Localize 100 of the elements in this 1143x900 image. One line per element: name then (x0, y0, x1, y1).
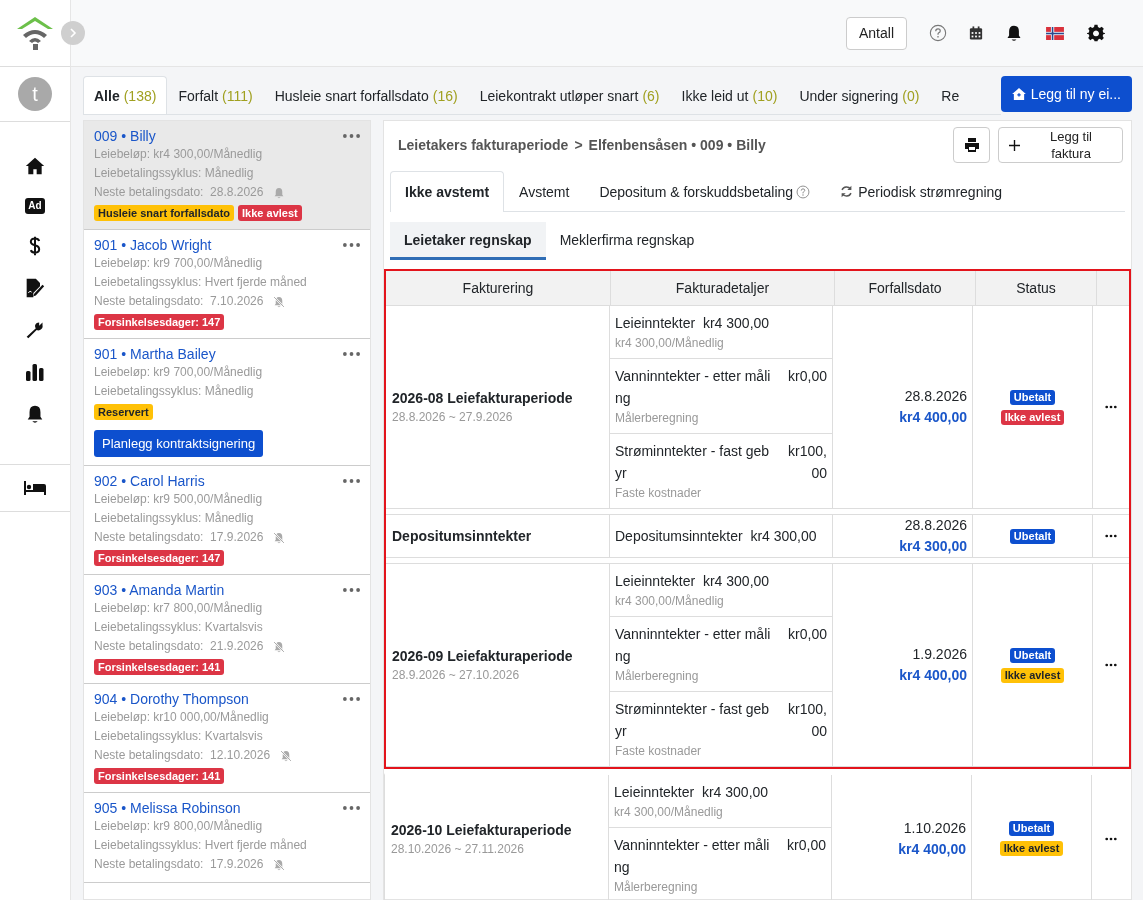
filter-tab[interactable]: Re (930, 76, 971, 114)
invoice-total: kr4 400,00 (899, 666, 967, 685)
more-options-icon[interactable] (1105, 663, 1117, 667)
next-payment-date: Neste betalingsdato: 7.10.2026 (94, 293, 264, 310)
status-badge: Ubetalt (1009, 647, 1056, 663)
print-button[interactable] (953, 127, 990, 163)
invoice-tab[interactable]: Periodisk strømregning (825, 171, 1018, 211)
ledger-tab[interactable]: Leietaker regnskap (390, 222, 546, 260)
invoice-line: Leieinntekter kr4 300,00 (614, 783, 770, 802)
invoice-line-label: Strøminntekter - fast gebyr (615, 442, 771, 483)
invoice-line-amount: kr100,00 (787, 700, 827, 741)
status-tag: Forsinkelsesdager: 141 (94, 768, 225, 784)
invoice-line-note: kr4 300,00/Månedlig (615, 593, 725, 610)
payment-cycle: Leiebetalingssyklus: Kvartalsvis (94, 619, 264, 636)
column-header: Fakturering (386, 271, 611, 305)
due-date: 1.10.2026 (903, 818, 966, 838)
bar-chart-icon[interactable] (25, 362, 45, 382)
invoice-title: Depositumsinntekter (392, 527, 533, 546)
tenant-card[interactable]: 901 • Jacob Wright Leiebeløp: kr9 700,00/Månedlig Leiebetalingssyklus: Hvert fjerde måned Neste betalingsdato: 7.10.2026 Forsinkelsesdager: 147 (84, 230, 370, 339)
schedule-signing-button[interactable]: Planlegg kontraktsignering (94, 430, 264, 457)
rent-amount: Leiebeløp: kr4 300,00/Månedlig (94, 146, 264, 163)
tenant-card[interactable]: 009 • Billy Leiebeløp: kr4 300,00/Månedlig Leiebetalingssyklus: Månedlig Neste betalingsdato: 28.8.2026 Husleie snart forfallsdato Ikke avlest (84, 121, 370, 230)
payment-cycle: Leiebetalingssyklus: Månedlig (94, 510, 255, 527)
status-badge: Ubetalt (1009, 528, 1056, 544)
home-icon[interactable] (25, 156, 45, 176)
tenant-card[interactable]: 905 • Melissa Robinson Leiebeløp: kr9 800,00/Månedlig Leiebetalingssyklus: Hvert fjerde måned Neste betalingsdato: 17.9.2026 (84, 793, 370, 883)
invoice-period: 28.9.2026 ~ 27.10.2026 (392, 667, 521, 684)
breadcrumb-link[interactable]: Leietakers fakturaperiode (398, 137, 569, 153)
add-property-button[interactable]: Legg til ny ei... (1000, 76, 1132, 112)
invoice-total: kr4 400,00 (898, 839, 966, 859)
notification-bell-icon[interactable] (1005, 24, 1023, 42)
tenant-name[interactable]: 903 • Amanda Martin (94, 581, 225, 599)
print-icon (963, 137, 980, 153)
rent-amount: Leiebeløp: kr10 000,00/Månedlig (94, 709, 270, 726)
column-header: Fakturadetaljer (611, 271, 835, 305)
ad-icon[interactable]: Ad (25, 198, 45, 214)
filter-tab[interactable]: Leiekontrakt utløper snart (6) (468, 76, 671, 114)
invoice-line: Leieinntekter kr4 300,00 (615, 314, 771, 333)
more-options-icon[interactable] (1105, 405, 1117, 409)
next-payment-date: Neste betalingsdato: 28.8.2026 (94, 184, 264, 201)
filter-tab[interactable]: Alle (138) (83, 76, 168, 114)
signed-document-icon[interactable] (25, 278, 45, 298)
help-icon[interactable] (929, 24, 947, 42)
status-badge: Ubetalt (1009, 389, 1056, 405)
filter-tab[interactable]: Under signering (0) (788, 76, 931, 114)
invoice-total: kr4 400,00 (899, 408, 967, 427)
invoice-line-note: Målerberegning (615, 410, 700, 427)
tenant-name[interactable]: 904 • Dorothy Thompson (94, 690, 249, 708)
tenant-name[interactable]: 902 • Carol Harris (94, 472, 205, 490)
more-options-icon[interactable] (1104, 836, 1117, 841)
invoice-tab[interactable]: Avstemt (504, 171, 585, 211)
invoice-line-note: kr4 300,00/Månedlig (614, 804, 724, 821)
status-tag: Ikke avlest (238, 205, 302, 221)
status-tag: Forsinkelsesdager: 147 (94, 314, 225, 330)
rent-amount: Leiebeløp: kr9 700,00/Månedlig (94, 255, 264, 272)
flag-icon[interactable] (1045, 26, 1065, 40)
house-wifi-logo (15, 15, 55, 51)
payment-cycle: Leiebetalingssyklus: Månedlig (94, 383, 255, 400)
calendar-icon[interactable] (969, 26, 983, 40)
tenant-card[interactable]: 902 • Carol Harris Leiebeløp: kr9 500,00/Månedlig Leiebetalingssyklus: Månedlig Neste betalingsdato: 17.9.2026 Forsinkelsesdager: 147 (84, 466, 370, 575)
bed-icon[interactable] (23, 480, 47, 496)
next-payment-date: Neste betalingsdato: 17.9.2026 (94, 856, 264, 873)
add-invoice-button[interactable]: Legg til faktura (998, 127, 1123, 163)
count-button[interactable]: Antall (845, 16, 907, 50)
payment-cycle: Leiebetalingssyklus: Hvert fjerde måned (94, 274, 308, 291)
invoice-tab[interactable]: Depositum & forskuddsbetaling (584, 171, 826, 211)
filter-tab[interactable]: Ikke leid ut (10) (670, 76, 789, 114)
status-tag: Forsinkelsesdager: 147 (94, 550, 225, 566)
filter-tab[interactable]: Forfalt (111) (167, 76, 264, 114)
invoice-line-amount: kr0,00 (787, 367, 827, 386)
tenant-name[interactable]: 901 • Jacob Wright (94, 236, 212, 254)
more-options-icon[interactable] (1105, 534, 1117, 538)
invoice-line-note: kr4 300,00/Månedlig (615, 335, 725, 352)
filter-tab[interactable]: Husleie snart forfallsdato (16) (263, 76, 469, 114)
status-badge: Ubetalt (1008, 821, 1055, 836)
bell-icon[interactable] (25, 404, 45, 424)
tenant-name[interactable]: 905 • Melissa Robinson (94, 799, 241, 817)
tenant-card[interactable]: 904 • Dorothy Thompson Leiebeløp: kr10 000,00/Månedlig Leiebetalingssyklus: Kvartalsvis Neste betalingsdato: 12.10.2026 Forsinkelsesdager: 141 (84, 684, 370, 793)
column-header: Status (976, 271, 1097, 305)
breadcrumb-separator: > (574, 137, 583, 153)
invoice-line: Leieinntekter kr4 300,00 (615, 572, 771, 591)
invoice-line: Depositumsinntekter kr4 300,00 (615, 527, 818, 546)
tenant-card[interactable]: 901 • Martha Bailey Leiebeløp: kr9 700,00/Månedlig Leiebetalingssyklus: Månedlig Reservert Planlegg kontraktsignering (84, 339, 370, 466)
column-header: Forfallsdato (835, 271, 976, 305)
invoice-tab[interactable]: Ikke avstemt (390, 171, 505, 212)
invoice-period: 28.8.2026 ~ 27.9.2026 (392, 409, 514, 426)
chevron-right-icon (68, 28, 78, 38)
invoice-line-amount: kr0,00 (786, 836, 826, 855)
status-tag: Husleie snart forfallsdato (94, 205, 235, 221)
invoice-line-amount: kr0,00 (787, 625, 827, 644)
wrench-icon[interactable] (25, 320, 45, 340)
tenant-card[interactable]: 903 • Amanda Martin Leiebeløp: kr7 800,00/Månedlig Leiebetalingssyklus: Kvartalsvis Neste betalingsdato: 21.9.2026 Forsinkelsesdager: 141 (84, 575, 370, 684)
settings-icon[interactable] (1087, 24, 1105, 42)
status-tag: Forsinkelsesdager: 141 (94, 659, 225, 675)
tenant-name[interactable]: 009 • Billy (94, 127, 156, 145)
ledger-tab[interactable]: Meklerfirma regnskap (545, 222, 709, 260)
tenant-name[interactable]: 901 • Martha Bailey (94, 345, 216, 363)
invoice-line-note: Faste kostnader (615, 485, 703, 502)
invoice-line-amount: kr100,00 (787, 442, 827, 483)
invoice-total: kr4 300,00 (899, 537, 967, 556)
